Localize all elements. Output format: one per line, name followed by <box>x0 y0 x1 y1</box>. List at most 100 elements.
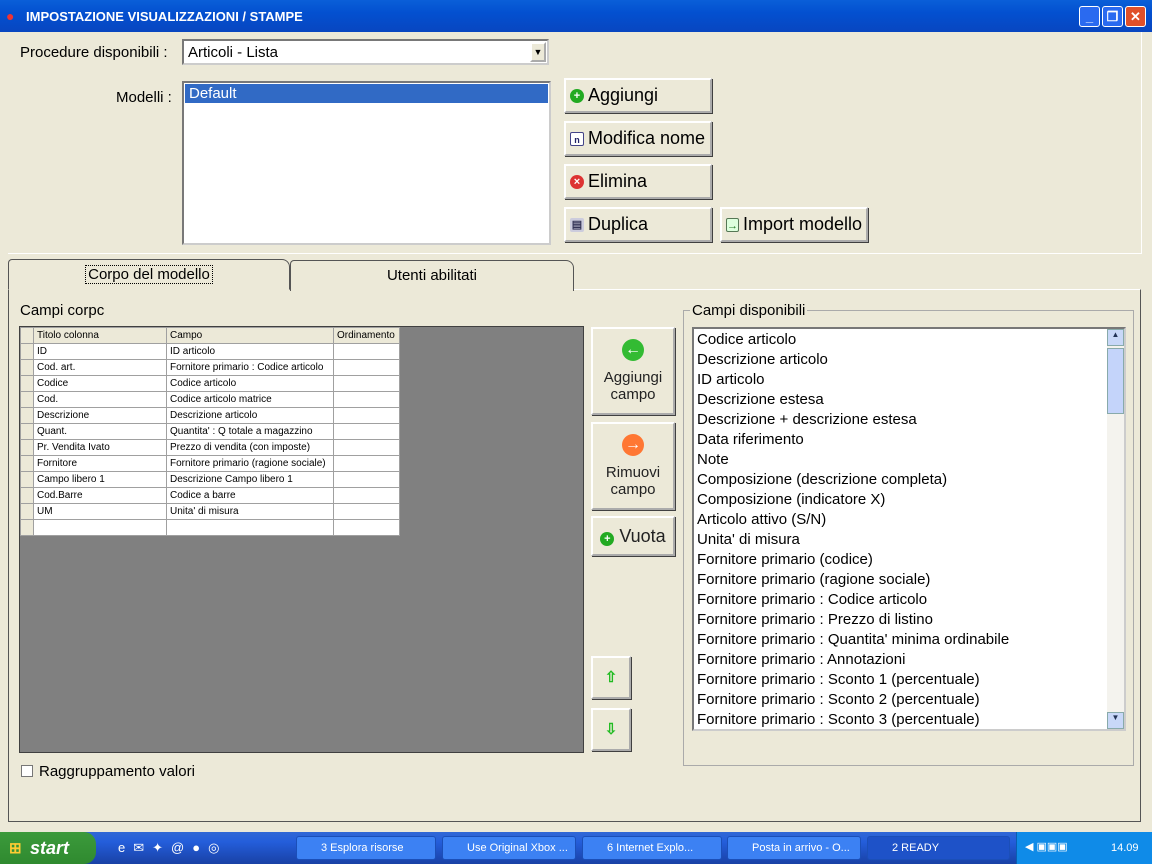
remove-field-button[interactable]: → Rimuovi campo <box>591 422 675 510</box>
table-cell[interactable]: Unita' di misura <box>166 503 334 520</box>
list-item[interactable]: Composizione (descrizione completa) <box>694 470 1124 490</box>
list-item[interactable]: Unita' di misura <box>694 530 1124 550</box>
table-cell[interactable] <box>333 375 400 392</box>
task-explorer[interactable]: 3 Esplora risorse <box>296 836 436 860</box>
table-cell[interactable]: Descrizione Campo libero 1 <box>166 471 334 488</box>
table-cell[interactable] <box>166 519 334 536</box>
list-item[interactable]: ID articolo <box>694 370 1124 390</box>
list-item[interactable]: Codice articolo <box>694 330 1124 350</box>
table-cell[interactable]: Campo libero 1 <box>33 471 167 488</box>
table-cell[interactable]: Codice <box>33 375 167 392</box>
table-cell[interactable]: ID articolo <box>166 343 334 360</box>
minimize-button[interactable]: _ <box>1079 6 1100 27</box>
list-item[interactable]: Fornitore primario (codice) <box>694 550 1124 570</box>
grouping-checkbox[interactable] <box>21 765 33 777</box>
table-cell[interactable] <box>333 343 400 360</box>
table-cell[interactable] <box>33 519 167 536</box>
table-cell[interactable]: ID <box>33 343 167 360</box>
table-row[interactable]: Descrizione Descrizione articolo <box>20 407 400 424</box>
list-item[interactable]: Fornitore primario : Annotazioni <box>694 650 1124 670</box>
list-item[interactable]: Descrizione estesa <box>694 390 1124 410</box>
table-cell[interactable]: Codice articolo matrice <box>166 391 334 408</box>
task-word[interactable]: Use Original Xbox ... <box>442 836 576 860</box>
table-cell[interactable]: Pr. Vendita Ivato <box>33 439 167 456</box>
table-cell[interactable] <box>333 407 400 424</box>
list-item[interactable]: Fornitore primario : Sconto 1 (percentua… <box>694 670 1124 690</box>
table-cell[interactable] <box>333 471 400 488</box>
column-header[interactable]: Titolo colonna <box>33 327 167 344</box>
row-header[interactable] <box>20 343 34 360</box>
list-item[interactable]: Data riferimento <box>694 430 1124 450</box>
row-header[interactable] <box>20 423 34 440</box>
row-header[interactable] <box>20 455 34 472</box>
table-cell[interactable] <box>333 359 400 376</box>
scroll-thumb[interactable] <box>1107 348 1124 414</box>
model-item[interactable]: Default <box>185 84 548 103</box>
row-header[interactable] <box>20 391 34 408</box>
table-row[interactable]: Cod. Codice articolo matrice <box>20 391 400 408</box>
list-item[interactable]: Fornitore primario (ragione sociale) <box>694 570 1124 590</box>
procedure-select[interactable]: Articoli - Lista ▼ <box>182 39 549 65</box>
table-row[interactable]: Codice Codice articolo <box>20 375 400 392</box>
list-item[interactable]: Descrizione + descrizione estesa <box>694 410 1124 430</box>
table-cell[interactable]: Fornitore <box>33 455 167 472</box>
table-row[interactable]: Fornitore Fornitore primario (ragione soc… <box>20 455 400 472</box>
list-item[interactable]: Fornitore primario : Quantita' minima or… <box>694 630 1124 650</box>
row-header[interactable] <box>20 359 34 376</box>
table-cell[interactable]: Cod.Barre <box>33 487 167 504</box>
list-item[interactable]: Fornitore primario : Sconto 3 (percentua… <box>694 710 1124 729</box>
table-cell[interactable] <box>333 519 400 536</box>
table-cell[interactable]: Codice a barre <box>166 487 334 504</box>
list-item[interactable]: Descrizione articolo <box>694 350 1124 370</box>
list-item[interactable]: Fornitore primario : Codice articolo <box>694 590 1124 610</box>
tray-icons[interactable]: ◀ ▣▣▣ <box>1025 840 1068 853</box>
quick-launch-icons[interactable]: e✉✦@●◎ <box>118 840 227 856</box>
row-header[interactable] <box>20 519 34 536</box>
column-header[interactable]: Campo <box>166 327 334 344</box>
task-ready[interactable]: 2 READY <box>867 836 1010 860</box>
table-cell[interactable]: Codice articolo <box>166 375 334 392</box>
table-cell[interactable] <box>333 487 400 504</box>
table-cell[interactable] <box>333 423 400 440</box>
tab-corpo-del-modello[interactable]: Corpo del modello <box>8 259 290 290</box>
move-down-button[interactable]: ⇩ <box>591 708 631 751</box>
add-field-button[interactable]: ← Aggiungi campo <box>591 327 675 415</box>
list-item[interactable]: Fornitore primario : Sconto 2 (percentua… <box>694 690 1124 710</box>
maximize-button[interactable]: ❐ <box>1102 6 1123 27</box>
row-header[interactable] <box>20 471 34 488</box>
table-cell[interactable]: Quantita' : Q totale a magazzino <box>166 423 334 440</box>
add-model-button[interactable]: + Aggiungi <box>564 78 712 113</box>
body-fields-grid[interactable]: Titolo colonna Campo Ordinamento ID ID artic… <box>19 326 584 753</box>
models-list[interactable]: Default <box>182 81 551 245</box>
duplicate-model-button[interactable]: ▤ Duplica <box>564 207 712 242</box>
task-ie[interactable]: 6 Internet Explo... <box>582 836 722 860</box>
table-cell[interactable]: UM <box>33 503 167 520</box>
table-row[interactable]: Cod. art. Fornitore primario : Codice art… <box>20 359 400 376</box>
table-cell[interactable]: Descrizione <box>33 407 167 424</box>
chevron-down-icon[interactable]: ▼ <box>530 42 546 62</box>
table-cell[interactable]: Prezzo di vendita (con imposte) <box>166 439 334 456</box>
table-cell[interactable] <box>333 455 400 472</box>
list-item[interactable]: Note <box>694 450 1124 470</box>
delete-model-button[interactable]: × Elimina <box>564 164 712 199</box>
table-cell[interactable] <box>333 439 400 456</box>
table-cell[interactable]: Fornitore primario (ragione sociale) <box>166 455 334 472</box>
table-cell[interactable]: Cod. art. <box>33 359 167 376</box>
scroll-up-icon[interactable]: ▲ <box>1107 329 1124 346</box>
table-cell[interactable]: Fornitore primario : Codice articolo <box>166 359 334 376</box>
table-row[interactable]: ID ID articolo <box>20 343 400 360</box>
import-model-button[interactable]: → Import modello <box>720 207 868 242</box>
row-header[interactable] <box>20 407 34 424</box>
start-button[interactable]: ⊞ start <box>0 832 96 864</box>
table-row[interactable] <box>20 519 400 536</box>
row-header[interactable] <box>20 375 34 392</box>
available-fields-list[interactable]: Codice articolo Descrizione articolo ID ar… <box>692 327 1126 731</box>
table-row[interactable]: Cod.Barre Codice a barre <box>20 487 400 504</box>
list-item[interactable]: Fornitore primario : Prezzo di listino <box>694 610 1124 630</box>
table-cell[interactable] <box>333 503 400 520</box>
column-header[interactable]: Ordinamento <box>333 327 400 344</box>
tab-utenti-abilitati[interactable]: Utenti abilitati <box>290 260 574 291</box>
move-up-button[interactable]: ⇧ <box>591 656 631 699</box>
close-button[interactable]: ✕ <box>1125 6 1146 27</box>
table-cell[interactable]: Cod. <box>33 391 167 408</box>
